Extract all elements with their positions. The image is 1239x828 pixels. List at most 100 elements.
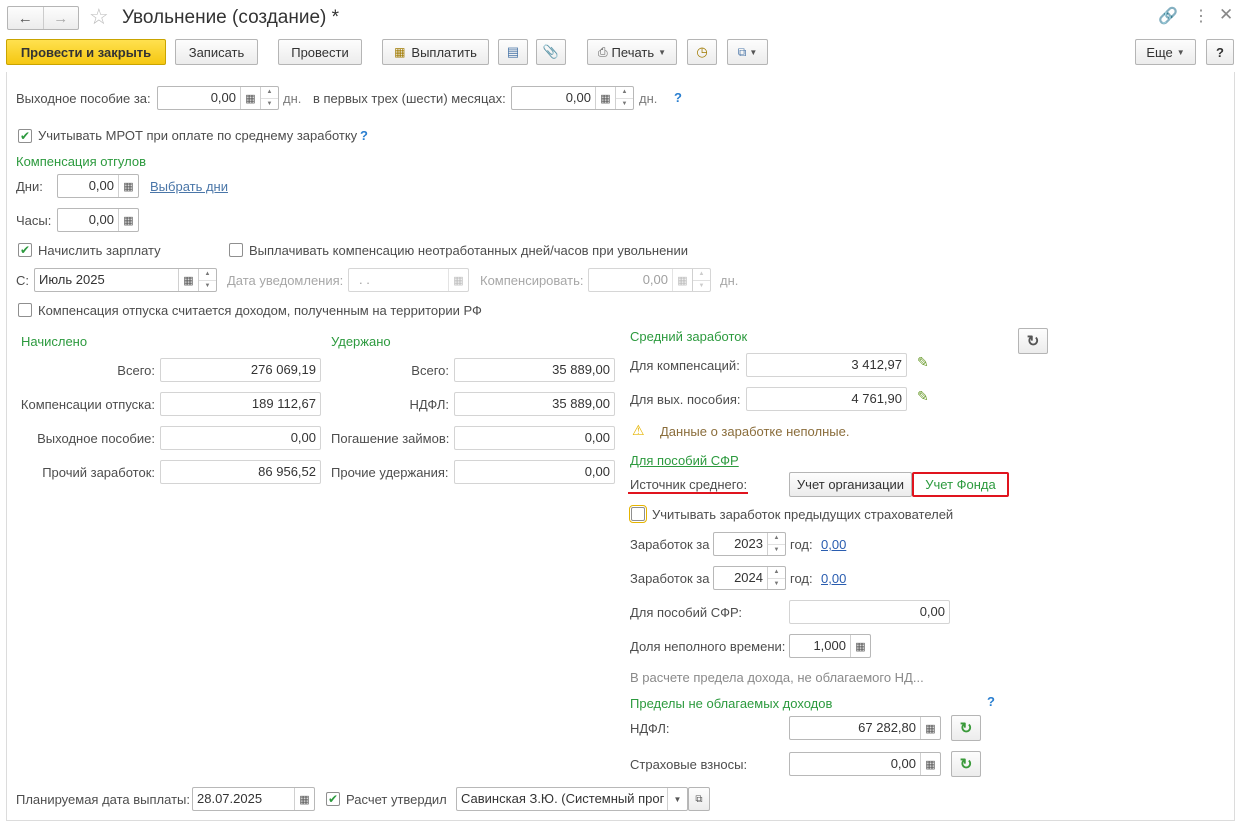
from-month-field[interactable]: Июль 2025 ▦ ▲ ▼ — [34, 268, 217, 292]
source-fund-button[interactable]: Учет Фонда — [912, 472, 1009, 497]
calculator-icon[interactable]: ▦ — [920, 717, 940, 739]
edit-pencil-icon[interactable]: ✎ — [917, 388, 929, 405]
chevron-down-icon[interactable]: ▼ — [667, 788, 687, 810]
create-based-button[interactable]: ⧉ ▼ — [727, 39, 768, 65]
print-button[interactable]: ⎙ Печать ▼ — [587, 39, 677, 65]
print-label: Печать — [611, 44, 655, 60]
refresh-ndfl-button[interactable]: ↻ — [951, 715, 981, 741]
refresh-ins-button[interactable]: ↻ — [951, 751, 981, 777]
calculator-icon[interactable]: ▦ — [595, 87, 615, 109]
parttime-field[interactable]: 1,000 ▦ — [789, 634, 871, 658]
earn-2023-year-field[interactable]: 2023 ▲ ▼ — [713, 532, 786, 556]
refresh-button[interactable]: ↻ — [1018, 328, 1048, 354]
earn-2024-value-link[interactable]: 0,00 — [821, 571, 846, 587]
accrued-title: Начислено — [21, 334, 88, 349]
more-button[interactable]: Еще ▼ — [1135, 39, 1196, 65]
hours-field[interactable]: 0,00 ▦ — [57, 208, 139, 232]
prev-insurers-checkbox[interactable] — [629, 505, 647, 523]
source-label-underline — [628, 492, 748, 494]
accrued-other-label: Прочий заработок: — [42, 465, 155, 480]
pay-compensation-checkbox[interactable] — [229, 243, 243, 257]
more-vert-icon[interactable]: ⋮ — [1193, 6, 1209, 26]
hours-value: 0,00 — [88, 212, 114, 227]
pay-label: Выплатить — [411, 44, 477, 60]
limits-ndfl-field[interactable]: 67 282,80 ▦ — [789, 716, 941, 740]
open-approver-button[interactable]: ⧉ — [688, 787, 710, 811]
limits-ins-field[interactable]: 0,00 ▦ — [789, 752, 941, 776]
parttime-value: 1,000 — [813, 638, 846, 653]
more-label: Еще — [1146, 44, 1173, 60]
calculator-icon[interactable]: ▦ — [920, 753, 940, 775]
pay-date-field[interactable]: 28.07.2025 ▦ — [192, 787, 315, 811]
schedule-button[interactable]: ◷ — [687, 39, 717, 65]
refresh-icon: ↻ — [959, 720, 973, 737]
vacation-rf-checkbox[interactable] — [18, 303, 32, 317]
accrue-salary-checkbox[interactable]: ✔ — [18, 243, 32, 257]
calendar-icon[interactable]: ▦ — [448, 269, 468, 291]
earn-2024-year: 2024 — [734, 570, 763, 585]
report-button[interactable]: ▤ — [498, 39, 528, 65]
arrow-right-icon[interactable]: → — [44, 7, 79, 29]
from-label: С: — [16, 273, 29, 288]
calculator-icon[interactable]: ▦ — [850, 635, 870, 657]
severance-days-field[interactable]: 0,00 ▦ ▲ ▼ — [157, 86, 279, 110]
spin-buttons[interactable]: ▲ ▼ — [767, 533, 785, 555]
approved-checkbox[interactable]: ✔ — [326, 792, 340, 806]
compensate-label: Компенсировать: — [480, 273, 584, 288]
limits-ins-value: 0,00 — [890, 756, 916, 771]
earn-2023-value-link[interactable]: 0,00 — [821, 537, 846, 553]
link-icon[interactable]: 🔗 — [1158, 6, 1178, 26]
first-months-label: в первых трех (шести) месяцах: — [313, 91, 506, 106]
first-months-field[interactable]: 0,00 ▦ ▲ ▼ — [511, 86, 634, 110]
mrot-checkbox[interactable]: ✔ — [18, 129, 32, 143]
calculator-icon[interactable]: ▦ — [118, 175, 138, 197]
edit-pencil-icon[interactable]: ✎ — [917, 354, 929, 371]
attach-button[interactable]: 📎 — [536, 39, 566, 65]
help-icon[interactable]: ? — [987, 694, 995, 710]
spin-buttons[interactable]: ▲ ▼ — [615, 87, 633, 109]
hours-label: Часы: — [16, 213, 52, 228]
help-icon[interactable]: ? — [360, 128, 368, 144]
notice-date-field[interactable]: . . ▦ — [348, 268, 469, 292]
days-field[interactable]: 0,00 ▦ — [57, 174, 139, 198]
spin-buttons[interactable]: ▲ ▼ — [767, 567, 785, 589]
pick-days-link[interactable]: Выбрать дни — [150, 179, 228, 195]
open-icon: ⧉ — [695, 793, 703, 805]
pay-button[interactable]: ▦ Выплатить — [382, 39, 489, 65]
approved-label: Расчет утвердил — [346, 792, 447, 807]
parttime-label: Доля неполного времени: — [630, 639, 786, 654]
sfr-benefits-label: Для пособий СФР: — [630, 605, 743, 620]
accrued-severance-value: 0,00 — [160, 426, 321, 450]
sfr-benefits-link[interactable]: Для пособий СФР — [630, 453, 739, 469]
spin-buttons[interactable]: ▲ ▼ — [260, 87, 278, 109]
accrued-vacation-value: 189 112,67 — [160, 392, 321, 416]
chevron-down-icon: ▼ — [749, 47, 758, 57]
star-icon[interactable]: ☆ — [89, 3, 109, 31]
first-months-value: 0,00 — [565, 90, 591, 105]
close-icon[interactable]: ✕ — [1219, 5, 1233, 25]
accrued-total-label: Всего: — [117, 363, 155, 378]
spin-buttons[interactable]: ▲ ▼ — [198, 269, 216, 291]
calculator-icon[interactable]: ▦ — [672, 269, 692, 291]
source-org-button[interactable]: Учет организации — [789, 472, 912, 497]
limits-ins-label: Страховые взносы: — [630, 757, 748, 772]
earn-2023-year-word: год: — [790, 537, 813, 552]
calendar-icon[interactable]: ▦ — [178, 269, 198, 291]
help-icon[interactable]: ? — [674, 90, 682, 106]
prev-insurers-label: Учитывать заработок предыдущих страховат… — [652, 507, 954, 522]
calculator-icon[interactable]: ▦ — [118, 209, 138, 231]
create-based-icon: ⧉ — [737, 44, 747, 59]
calculator-icon[interactable]: ▦ — [240, 87, 260, 109]
help-button[interactable]: ? — [1206, 39, 1234, 65]
earn-2024-year-field[interactable]: 2024 ▲ ▼ — [713, 566, 786, 590]
calendar-icon[interactable]: ▦ — [294, 788, 314, 810]
save-button[interactable]: Записать — [175, 39, 258, 65]
post-button[interactable]: Провести — [278, 39, 362, 65]
approver-select[interactable]: Савинская З.Ю. (Системный прог ▼ — [456, 787, 688, 811]
severance-label: Выходное пособие за: — [16, 91, 151, 106]
post-and-close-button[interactable]: Провести и закрыть — [6, 39, 166, 65]
spin-buttons[interactable]: ▲ ▼ — [692, 269, 710, 291]
compensate-field[interactable]: 0,00 ▦ ▲ ▼ — [588, 268, 711, 292]
arrow-left-icon[interactable]: ← — [8, 7, 44, 29]
sfr-benefits-value: 0,00 — [789, 600, 950, 624]
